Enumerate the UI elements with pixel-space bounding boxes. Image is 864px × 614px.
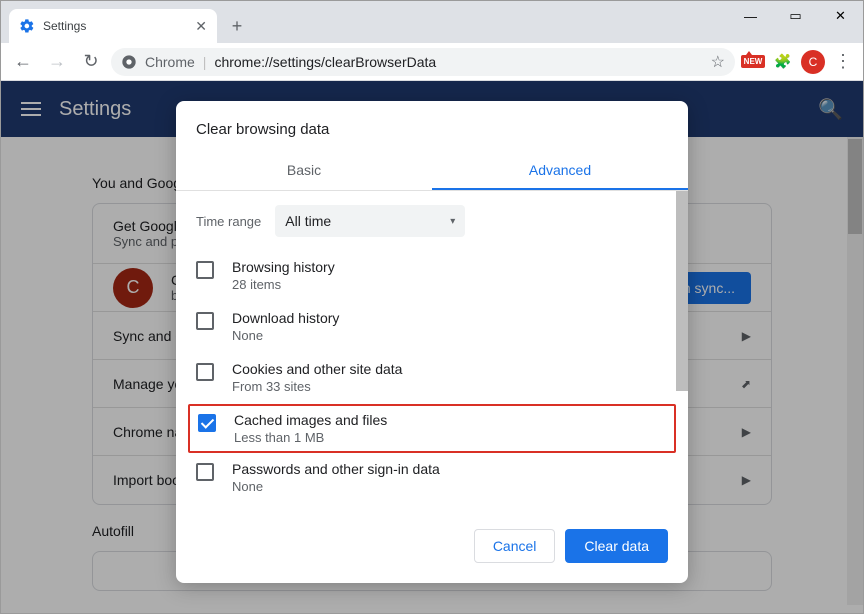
time-range-select[interactable]: All time ▾ [275,205,465,237]
check-row-4: Passwords and other sign-in data None [196,453,668,504]
time-range-label: Time range [196,214,261,229]
browser-tab[interactable]: Settings ✕ [9,9,217,43]
dialog-scrollbar[interactable] [676,191,688,391]
check-label: Download history [232,310,339,326]
time-range-value: All time [285,213,331,229]
minimize-button[interactable]: — [728,1,773,31]
caret-down-icon: ▾ [450,216,455,227]
url-text: chrome://settings/clearBrowserData [214,54,436,70]
dialog-title: Clear browsing data [176,121,688,152]
tab-advanced[interactable]: Advanced [432,152,688,190]
forward-button[interactable]: → [43,48,71,76]
url-divider: | [203,54,207,70]
check-label: Browsing history [232,259,335,275]
checkbox-download-history[interactable] [196,312,214,330]
check-row-0: Browsing history 28 items [196,251,668,302]
dialog-footer: Cancel Clear data [176,511,688,567]
browser-toolbar: ← → ↻ Chrome | chrome://settings/clearBr… [1,43,863,81]
new-extension-badge[interactable]: NEW [741,50,765,74]
check-sublabel: None [232,328,339,343]
address-bar[interactable]: Chrome | chrome://settings/clearBrowserD… [111,48,735,76]
check-sublabel: None [232,479,440,494]
checkbox-passwords-and-other-sign-in-data[interactable] [196,463,214,481]
close-window-button[interactable]: ✕ [818,1,863,31]
url-scheme-label: Chrome [145,54,195,70]
settings-icon [19,18,35,34]
extensions-icon[interactable]: 🧩 [771,50,795,74]
maximize-button[interactable]: ▭ [773,1,818,31]
checkbox-cached-images-and-files[interactable] [198,414,216,432]
dialog-body: Time range All time ▾ Browsing history 28… [176,191,688,511]
new-tab-button[interactable]: + [223,12,251,40]
check-sublabel: Less than 1 MB [234,430,387,445]
chrome-icon [121,54,137,70]
clear-browsing-data-dialog: Clear browsing data Basic Advanced Time … [176,101,688,583]
check-sublabel: 28 items [232,277,335,292]
check-row-3: Cached images and files Less than 1 MB [188,404,676,453]
profile-avatar[interactable]: C [801,50,825,74]
cancel-button[interactable]: Cancel [474,529,556,563]
tab-close-icon[interactable]: ✕ [195,18,207,35]
tab-title: Settings [43,19,195,33]
clear-data-button[interactable]: Clear data [565,529,668,563]
titlebar: Settings ✕ + — ▭ ✕ [1,1,863,43]
reload-button[interactable]: ↻ [77,48,105,76]
bookmark-star-icon[interactable]: ☆ [711,52,725,72]
check-row-1: Download history None [196,302,668,353]
window-controls: — ▭ ✕ [728,1,863,43]
check-sublabel: From 33 sites [232,379,402,394]
checkbox-cookies-and-other-site-data[interactable] [196,363,214,381]
check-label: Cached images and files [234,412,387,428]
check-row-5: Autofill form data [196,504,668,511]
tab-basic[interactable]: Basic [176,152,432,190]
back-button[interactable]: ← [9,48,37,76]
check-row-2: Cookies and other site data From 33 sites [196,353,668,404]
check-label: Cookies and other site data [232,361,402,377]
check-label: Passwords and other sign-in data [232,461,440,477]
dialog-tabs: Basic Advanced [176,152,688,191]
time-range-row: Time range All time ▾ [196,205,668,237]
checkbox-browsing-history[interactable] [196,261,214,279]
menu-icon[interactable]: ⋮ [831,51,855,72]
